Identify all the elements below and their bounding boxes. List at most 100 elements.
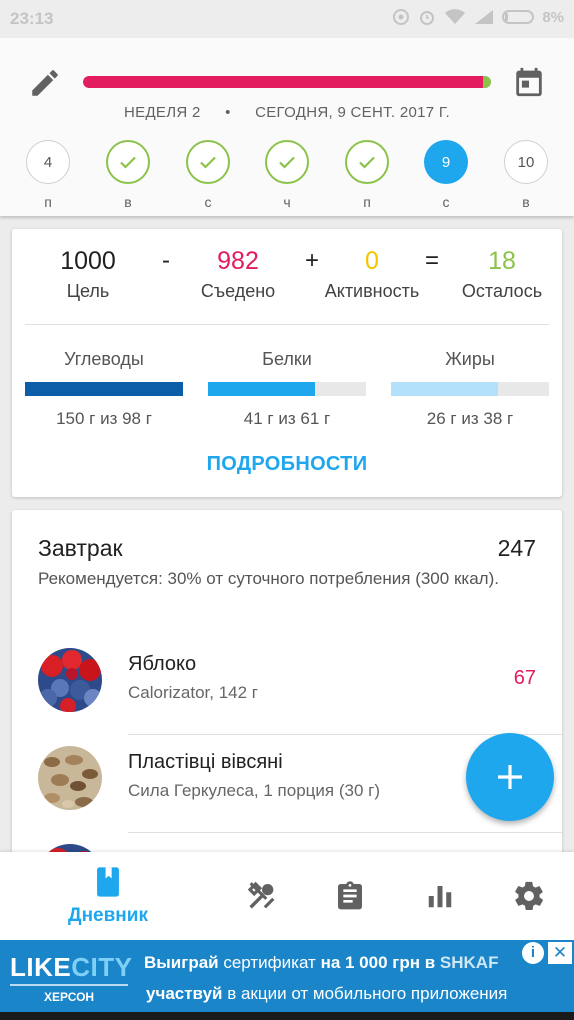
day-item-sat[interactable]: 9 с bbox=[423, 140, 469, 210]
plus-sign: + bbox=[304, 247, 319, 274]
nav-meals[interactable] bbox=[232, 852, 292, 940]
today-date: СЕГОДНЯ, 9 СЕНТ. 2017 Г. bbox=[255, 104, 450, 121]
day-selector: 4 п в с ч п 9 с 10 в bbox=[0, 140, 574, 210]
ad-text-line-1: Выиграй сертификат на 1 000 грн в SHKAF bbox=[144, 953, 498, 973]
ad-text: в акции от мобильного приложения bbox=[222, 984, 508, 1003]
meal-total-kcal: 247 bbox=[497, 535, 536, 561]
macro-value: 150 г из 98 г bbox=[56, 409, 152, 428]
day-item-tue[interactable]: в bbox=[105, 140, 151, 210]
day-label: ч bbox=[283, 194, 291, 210]
nav-diary[interactable]: Дневник bbox=[50, 852, 166, 940]
battery-percent: 8% bbox=[542, 8, 564, 26]
status-bar: 23:13 8% bbox=[0, 0, 574, 38]
macro-fill bbox=[391, 382, 499, 396]
diary-icon bbox=[97, 867, 119, 897]
day-circle: 4 bbox=[26, 140, 70, 184]
eaten-label: Съедено bbox=[200, 281, 276, 301]
day-item-mon[interactable]: 4 п bbox=[25, 140, 71, 210]
check-icon bbox=[359, 156, 375, 169]
ad-text-bold: на 1 000 грн в bbox=[320, 953, 436, 972]
food-name: Пластівці вівсяні bbox=[128, 751, 283, 773]
calorie-summary-card: 1000 Цель - 982 Съедено + 0 Активность =… bbox=[12, 229, 562, 497]
left-value: 18 bbox=[488, 247, 516, 275]
ad-logo-like: LIKE bbox=[10, 952, 72, 982]
day-label: п bbox=[363, 194, 371, 210]
macro-value: 41 г из 61 г bbox=[243, 409, 331, 428]
day-circle-done bbox=[186, 140, 230, 184]
calendar-button[interactable] bbox=[512, 64, 546, 100]
pencil-icon bbox=[32, 70, 58, 96]
macro-bar bbox=[25, 382, 183, 396]
day-item-wed[interactable]: с bbox=[185, 140, 231, 210]
status-time: 23:13 bbox=[10, 9, 54, 28]
daily-progress-end bbox=[483, 76, 491, 88]
meals-icon bbox=[247, 881, 275, 909]
ad-text-line-2: участвуй в акции от мобильного приложени… bbox=[146, 984, 507, 1004]
macro-protein: Белки 41 г из 61 г bbox=[208, 349, 366, 429]
ad-text-bold: Выиграй bbox=[144, 953, 219, 972]
ad-logo-city: CITY bbox=[71, 952, 133, 982]
signal-icon bbox=[475, 10, 494, 24]
app-header: НЕДЕЛЯ 2 • СЕГОДНЯ, 9 СЕНТ. 2017 Г. 4 п … bbox=[0, 38, 574, 216]
meal-recommendation: Рекомендуется: 30% от суточного потребле… bbox=[38, 569, 499, 588]
day-circle-done bbox=[345, 140, 389, 184]
nav-reports[interactable] bbox=[410, 852, 470, 940]
ad-logo-subtitle: ХЕРСОН bbox=[44, 990, 95, 1004]
macro-fat: Жиры 26 г из 38 г bbox=[391, 349, 549, 429]
ad-text-bold: SHKAF bbox=[435, 953, 499, 972]
day-number: 9 bbox=[441, 153, 451, 171]
ad-text-bold: участвуй bbox=[146, 984, 223, 1003]
edit-button[interactable] bbox=[28, 66, 62, 100]
system-nav-strip bbox=[0, 1012, 574, 1020]
week-date-row: НЕДЕЛЯ 2 • СЕГОДНЯ, 9 СЕНТ. 2017 Г. bbox=[0, 104, 574, 121]
macro-value: 26 г из 38 г bbox=[426, 409, 514, 428]
summary-divider bbox=[25, 324, 549, 325]
macro-bar bbox=[208, 382, 366, 396]
berries-thumbnail bbox=[38, 648, 102, 712]
meal-title[interactable]: Завтрак bbox=[38, 535, 123, 562]
check-icon bbox=[279, 156, 295, 169]
activity-value: 0 bbox=[365, 247, 379, 275]
day-circle-done bbox=[106, 140, 150, 184]
day-number: 4 bbox=[43, 153, 53, 171]
macro-name: Углеводы bbox=[64, 349, 144, 369]
day-item-fri[interactable]: п bbox=[344, 140, 390, 210]
oat-flakes-thumbnail bbox=[38, 746, 102, 810]
day-label: с bbox=[204, 194, 212, 210]
status-icons: 8% bbox=[392, 8, 564, 26]
goal-value: 1000 bbox=[60, 247, 116, 275]
wifi-icon bbox=[445, 9, 466, 24]
macro-name: Белки bbox=[262, 349, 312, 369]
hotspot-icon bbox=[393, 9, 410, 25]
macro-bar bbox=[391, 382, 549, 396]
food-item[interactable]: Яблоко Calorizator, 142 г 67 bbox=[12, 637, 562, 735]
check-icon bbox=[120, 156, 136, 169]
gear-icon bbox=[515, 881, 543, 911]
ad-banner[interactable]: LIKECITY ХЕРСОН Выиграй сертификат на 1 … bbox=[0, 940, 574, 1012]
ad-info-icon[interactable]: i bbox=[522, 942, 544, 964]
add-food-button[interactable] bbox=[466, 733, 554, 821]
chart-icon bbox=[428, 886, 452, 908]
macro-fill bbox=[25, 382, 183, 396]
eaten-value: 982 bbox=[217, 247, 259, 275]
day-item-sun[interactable]: 10 в bbox=[503, 140, 549, 210]
battery-icon bbox=[502, 10, 535, 24]
details-link[interactable]: ПОДРОБНОСТИ bbox=[12, 453, 562, 476]
goal-label: Цель bbox=[66, 281, 110, 301]
day-number: 10 bbox=[517, 153, 535, 171]
macro-name: Жиры bbox=[445, 349, 495, 369]
food-name: Яблоко bbox=[128, 653, 197, 675]
nav-settings[interactable] bbox=[499, 852, 559, 940]
daily-progress-fill bbox=[83, 76, 484, 88]
food-detail: Calorizator, 142 г bbox=[128, 683, 258, 702]
ad-close-icon[interactable]: ✕ bbox=[548, 942, 572, 964]
clipboard-icon bbox=[338, 881, 362, 910]
ad-text: сертификат bbox=[218, 953, 321, 972]
plus-icon bbox=[498, 765, 522, 789]
food-kcal: 67 bbox=[513, 667, 536, 689]
day-label: в bbox=[124, 194, 132, 210]
nav-plans[interactable] bbox=[320, 852, 380, 940]
day-circle-done bbox=[265, 140, 309, 184]
day-circle-today: 9 bbox=[424, 140, 468, 184]
day-item-thu[interactable]: ч bbox=[264, 140, 310, 210]
